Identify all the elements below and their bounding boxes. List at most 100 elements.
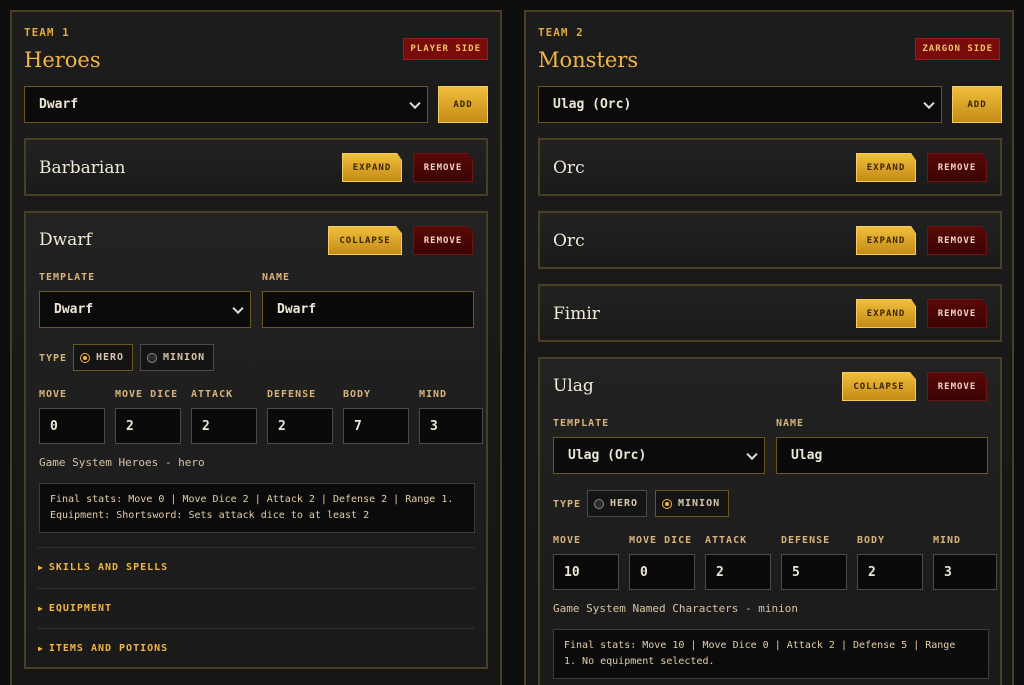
type-option-minion[interactable]: MINION [140,344,215,371]
select-value: Ulag (Orc) [553,97,632,112]
add-character-select[interactable]: Dwarf [24,86,428,123]
stat-input-defense[interactable]: 5 [781,554,847,590]
stat-input-move[interactable]: 0 [39,408,105,444]
type-option-minion[interactable]: MINION [655,490,730,517]
option-label: MINION [163,352,206,363]
select-value: Ulag (Orc) [568,448,647,463]
final-stats-box: Final stats: Move 10 | Move Dice 0 | Att… [553,629,989,679]
triangle-right-icon: ▶ [38,644,44,653]
stat-label-body: BODY [857,535,886,546]
expand-button[interactable]: EXPAND [856,299,916,328]
stat-label-body: BODY [343,389,372,400]
expand-button[interactable]: EXPAND [856,153,916,182]
stat-input-move[interactable]: 10 [553,554,619,590]
stat-input-attack[interactable]: 2 [705,554,771,590]
name-label: NAME [262,272,291,283]
select-value: Dwarf [54,302,94,317]
team-title: Monsters [538,48,639,72]
add-character-select[interactable]: Ulag (Orc) [538,86,942,123]
card-title: Dwarf [39,230,92,250]
collapse-button[interactable]: COLLAPSE [328,226,402,255]
stat-label-mind: MIND [933,535,962,546]
character-card-barbarian: Barbarian EXPAND REMOVE [24,138,488,196]
name-input[interactable]: Dwarf [262,291,474,328]
game-system-text: Game System Named Characters - minion [553,602,799,615]
triangle-right-icon: ▶ [38,563,44,572]
team-title: Heroes [24,48,101,72]
character-card-orc: Orc EXPAND REMOVE [538,138,1002,196]
stat-input-body[interactable]: 7 [343,408,409,444]
stat-label-move-dice: MOVE DICE [115,389,179,400]
stat-label-move-dice: MOVE DICE [629,535,693,546]
card-title: Fimir [553,304,600,324]
remove-button[interactable]: REMOVE [927,299,987,328]
name-input[interactable]: Ulag [776,437,988,474]
team-1-panel: TEAM 1 Heroes PLAYER SIDE Dwarf ADD Barb… [10,10,502,685]
option-label: HERO [96,352,125,363]
stat-label-mind: MIND [419,389,448,400]
radio-unselected-icon [594,498,604,509]
type-option-hero[interactable]: HERO [73,344,134,371]
remove-button[interactable]: REMOVE [927,226,987,255]
final-stats-text-continued: 1. No equipment selected. [564,656,715,667]
stat-input-mind[interactable]: 3 [933,554,997,590]
character-card-ulag: Ulag COLLAPSE REMOVE TEMPLATE NAME Ulag … [538,357,1002,685]
stat-input-move-dice[interactable]: 2 [115,408,181,444]
stat-label-attack: ATTACK [705,535,748,546]
expand-button[interactable]: EXPAND [342,153,402,182]
equipment-text: Equipment: Shortsword: Sets attack dice … [50,510,370,521]
section-items-and-potions[interactable]: ▶ ITEMS AND POTIONS [38,628,474,668]
stat-label-defense: DEFENSE [781,535,831,546]
chevron-down-icon [746,448,758,460]
remove-button[interactable]: REMOVE [413,153,473,182]
stat-input-mind[interactable]: 3 [419,408,483,444]
triangle-right-icon: ▶ [38,604,44,613]
remove-button[interactable]: REMOVE [413,226,473,255]
stat-label-defense: DEFENSE [267,389,317,400]
final-stats-text: Final stats: Move 10 | Move Dice 0 | Att… [564,640,956,651]
remove-button[interactable]: REMOVE [927,153,987,182]
chevron-down-icon [409,97,421,109]
stat-input-body[interactable]: 2 [857,554,923,590]
select-value: Dwarf [39,97,79,112]
collapse-button[interactable]: COLLAPSE [842,372,916,401]
template-select[interactable]: Dwarf [39,291,251,328]
radio-selected-icon [662,498,672,509]
stat-input-defense[interactable]: 2 [267,408,333,444]
side-badge: PLAYER SIDE [403,38,488,60]
type-option-hero[interactable]: HERO [587,490,648,517]
type-label: TYPE [39,353,68,364]
card-title: Ulag [553,376,594,396]
stat-input-move-dice[interactable]: 0 [629,554,695,590]
name-label: NAME [776,418,805,429]
card-title: Barbarian [39,158,126,178]
template-select[interactable]: Ulag (Orc) [553,437,765,474]
final-stats-box: Final stats: Move 0 | Move Dice 2 | Atta… [39,483,475,533]
chevron-down-icon [232,302,244,314]
team-label: TEAM 2 [538,26,584,39]
template-label: TEMPLATE [39,272,96,283]
add-button[interactable]: ADD [952,86,1002,123]
expand-button[interactable]: EXPAND [856,226,916,255]
type-label: TYPE [553,499,582,510]
card-title: Orc [553,158,585,178]
team-2-panel: TEAM 2 Monsters ZARGON SIDE Ulag (Orc) A… [524,10,1014,685]
option-label: HERO [610,498,639,509]
stat-label-attack: ATTACK [191,389,234,400]
radio-selected-icon [80,352,90,363]
template-label: TEMPLATE [553,418,610,429]
section-label: EQUIPMENT [48,603,113,614]
section-equipment[interactable]: ▶ EQUIPMENT [38,588,474,628]
character-card-fimir: Fimir EXPAND REMOVE [538,284,1002,342]
add-button[interactable]: ADD [438,86,488,123]
final-stats-text: Final stats: Move 0 | Move Dice 2 | Atta… [50,494,454,505]
stat-input-attack[interactable]: 2 [191,408,257,444]
section-label: SKILLS AND SPELLS [48,562,169,573]
stat-label-move: MOVE [553,535,582,546]
section-skills-and-spells[interactable]: ▶ SKILLS AND SPELLS [38,547,474,587]
remove-button[interactable]: REMOVE [927,372,987,401]
chevron-down-icon [923,97,935,109]
option-label: MINION [678,498,721,509]
game-system-text: Game System Heroes - hero [39,456,205,469]
stat-label-move: MOVE [39,389,68,400]
